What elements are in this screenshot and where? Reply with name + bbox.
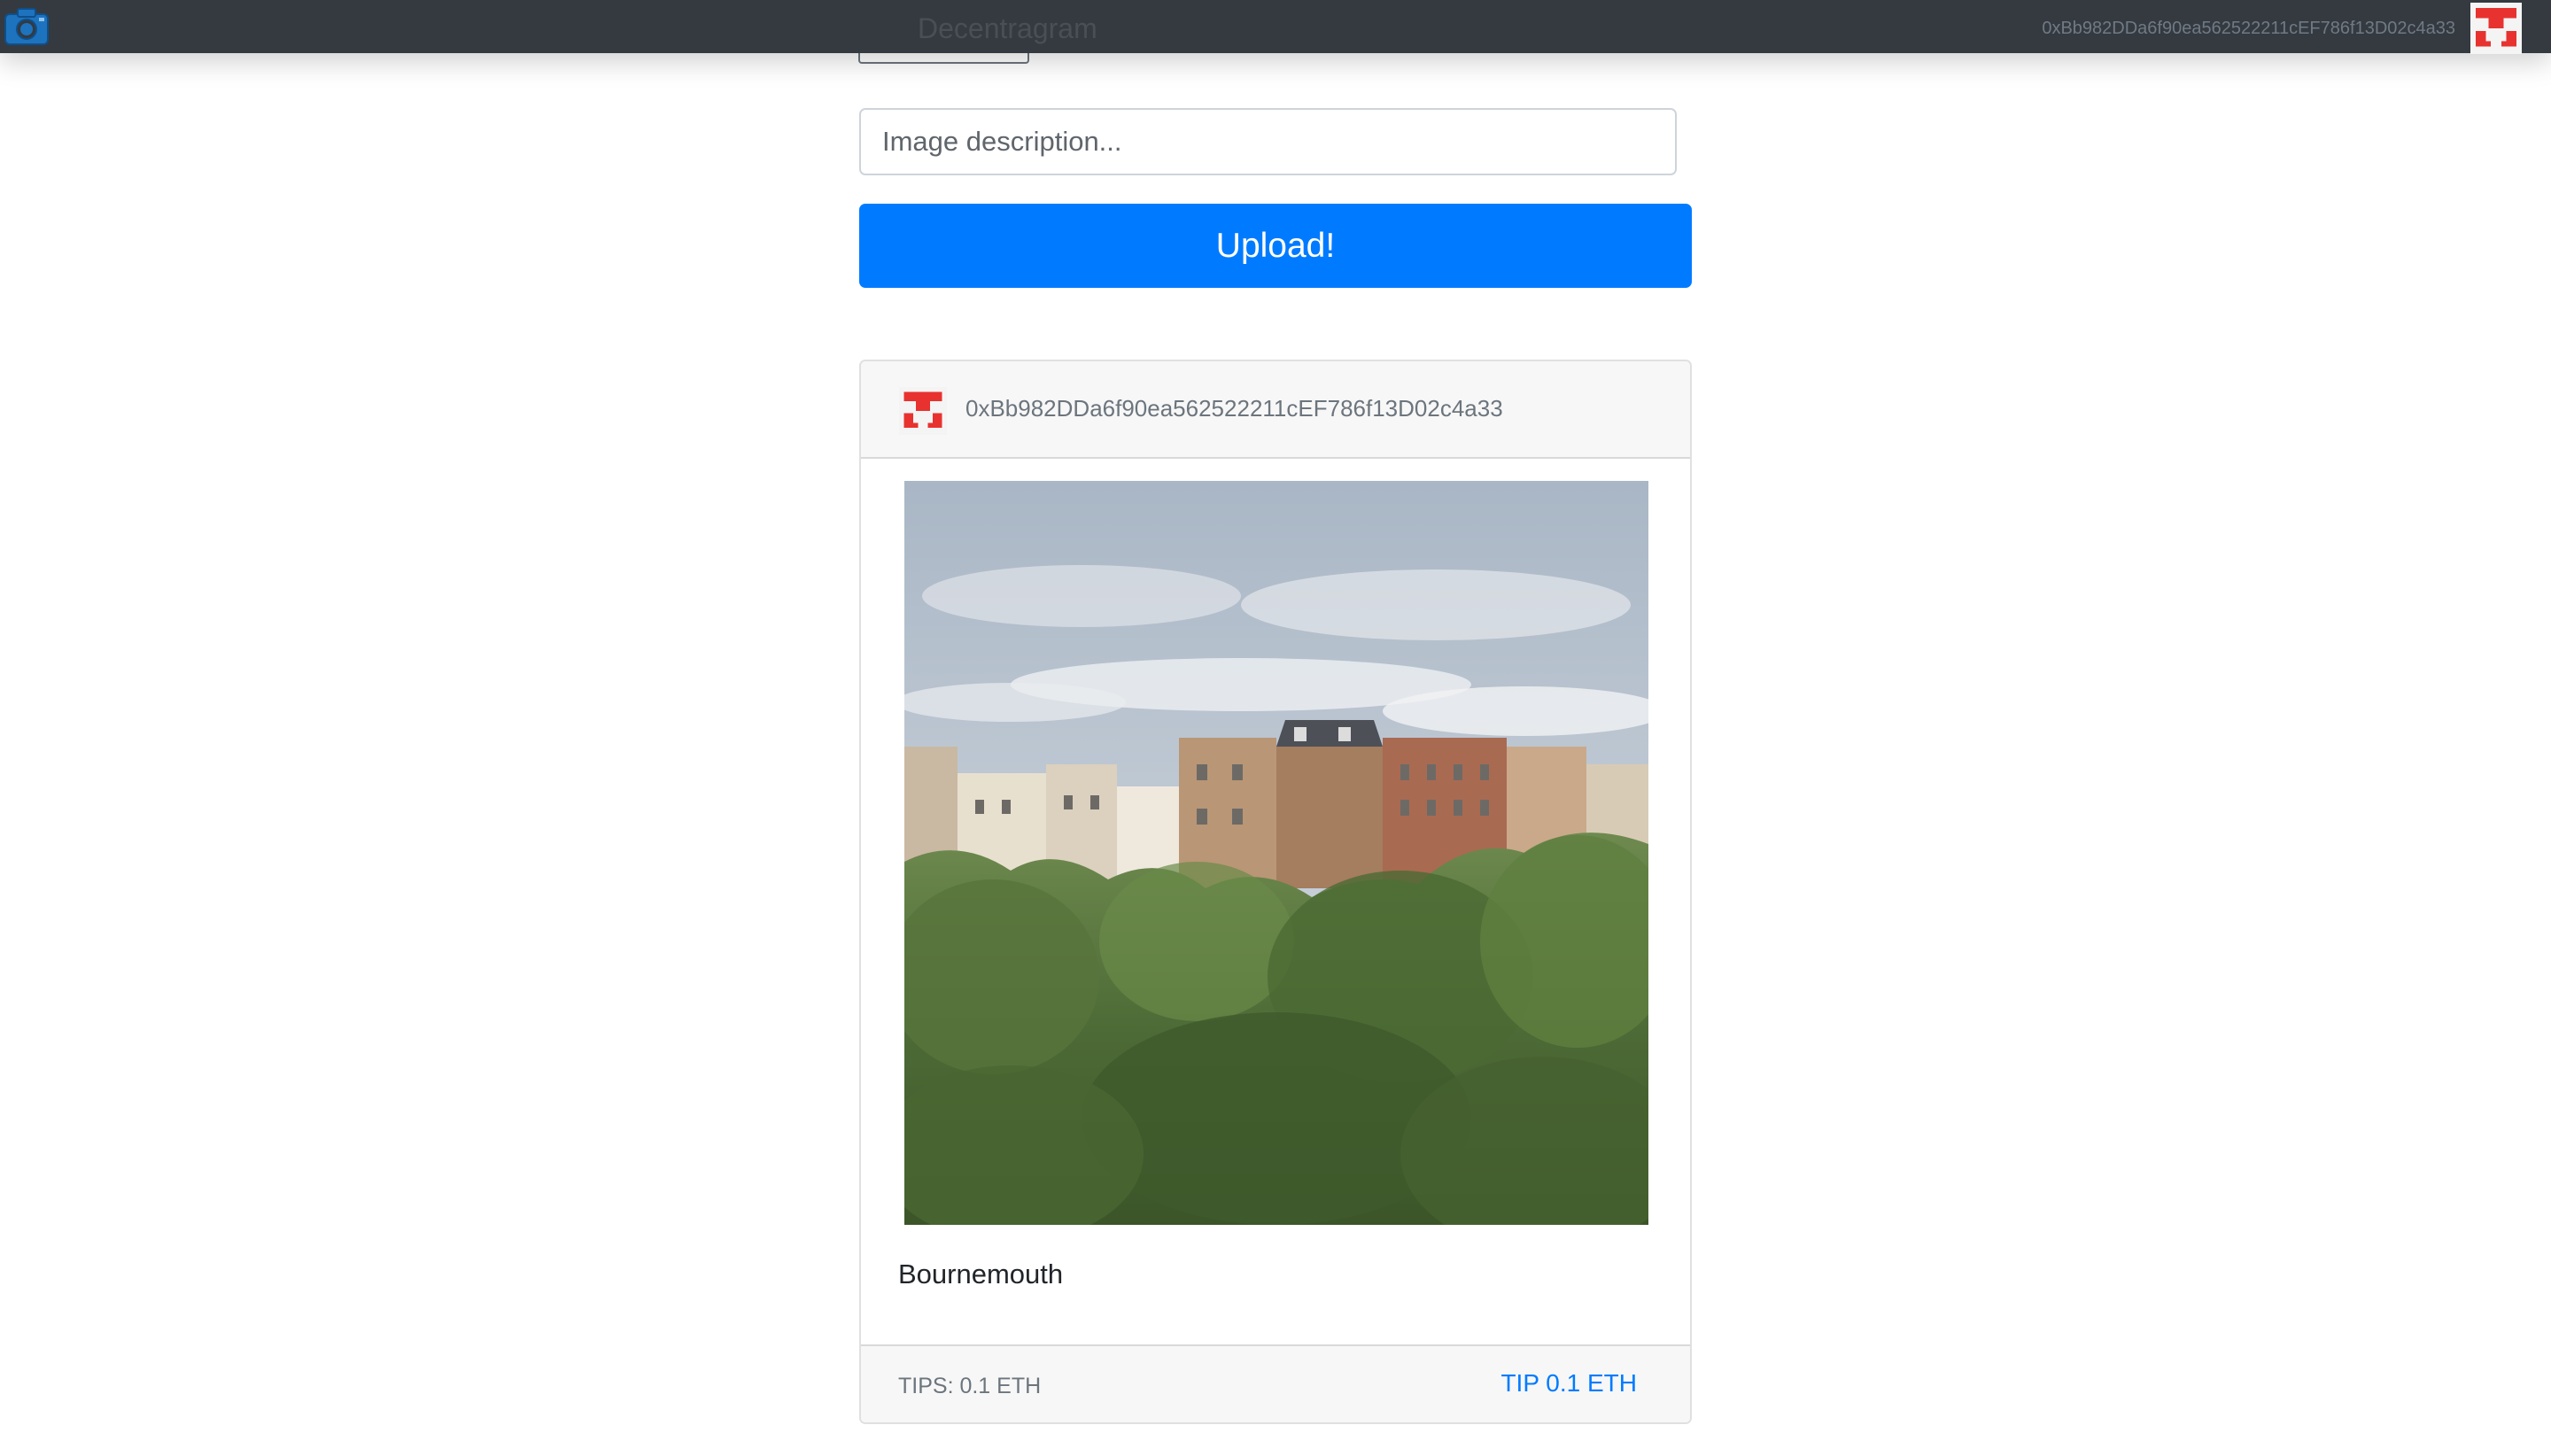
brand-name[interactable]: Decentragram bbox=[918, 12, 1097, 44]
identicon-avatar bbox=[2470, 3, 2522, 54]
tip-button[interactable]: TIP 0.1 ETH bbox=[1500, 1369, 1637, 1398]
post-image bbox=[904, 481, 1648, 1225]
tips-amount: TIPS: 0.1 ETH bbox=[898, 1374, 1042, 1398]
camera-icon[interactable] bbox=[4, 5, 50, 48]
account-address: 0xBb982DDa6f90ea562522211cEF786f13D02c4a… bbox=[2042, 19, 2455, 38]
post-card-header: 0xBb982DDa6f90ea562522211cEF786f13D02c4a… bbox=[861, 361, 1690, 459]
identicon-avatar bbox=[899, 387, 947, 435]
top-navbar: Decentragram 0xBb982DDa6f90ea562522211cE… bbox=[0, 0, 2551, 54]
post-card-footer: TIPS: 0.1 ETH TIP 0.1 ETH bbox=[861, 1344, 1690, 1422]
post-author-address: 0xBb982DDa6f90ea562522211cEF786f13D02c4a… bbox=[965, 395, 1503, 422]
post-card: 0xBb982DDa6f90ea562522211cEF786f13D02c4a… bbox=[859, 360, 1692, 1424]
image-description-input[interactable] bbox=[859, 108, 1677, 175]
post-description: Bournemouth bbox=[898, 1259, 1064, 1289]
upload-button[interactable]: Upload! bbox=[859, 204, 1692, 288]
